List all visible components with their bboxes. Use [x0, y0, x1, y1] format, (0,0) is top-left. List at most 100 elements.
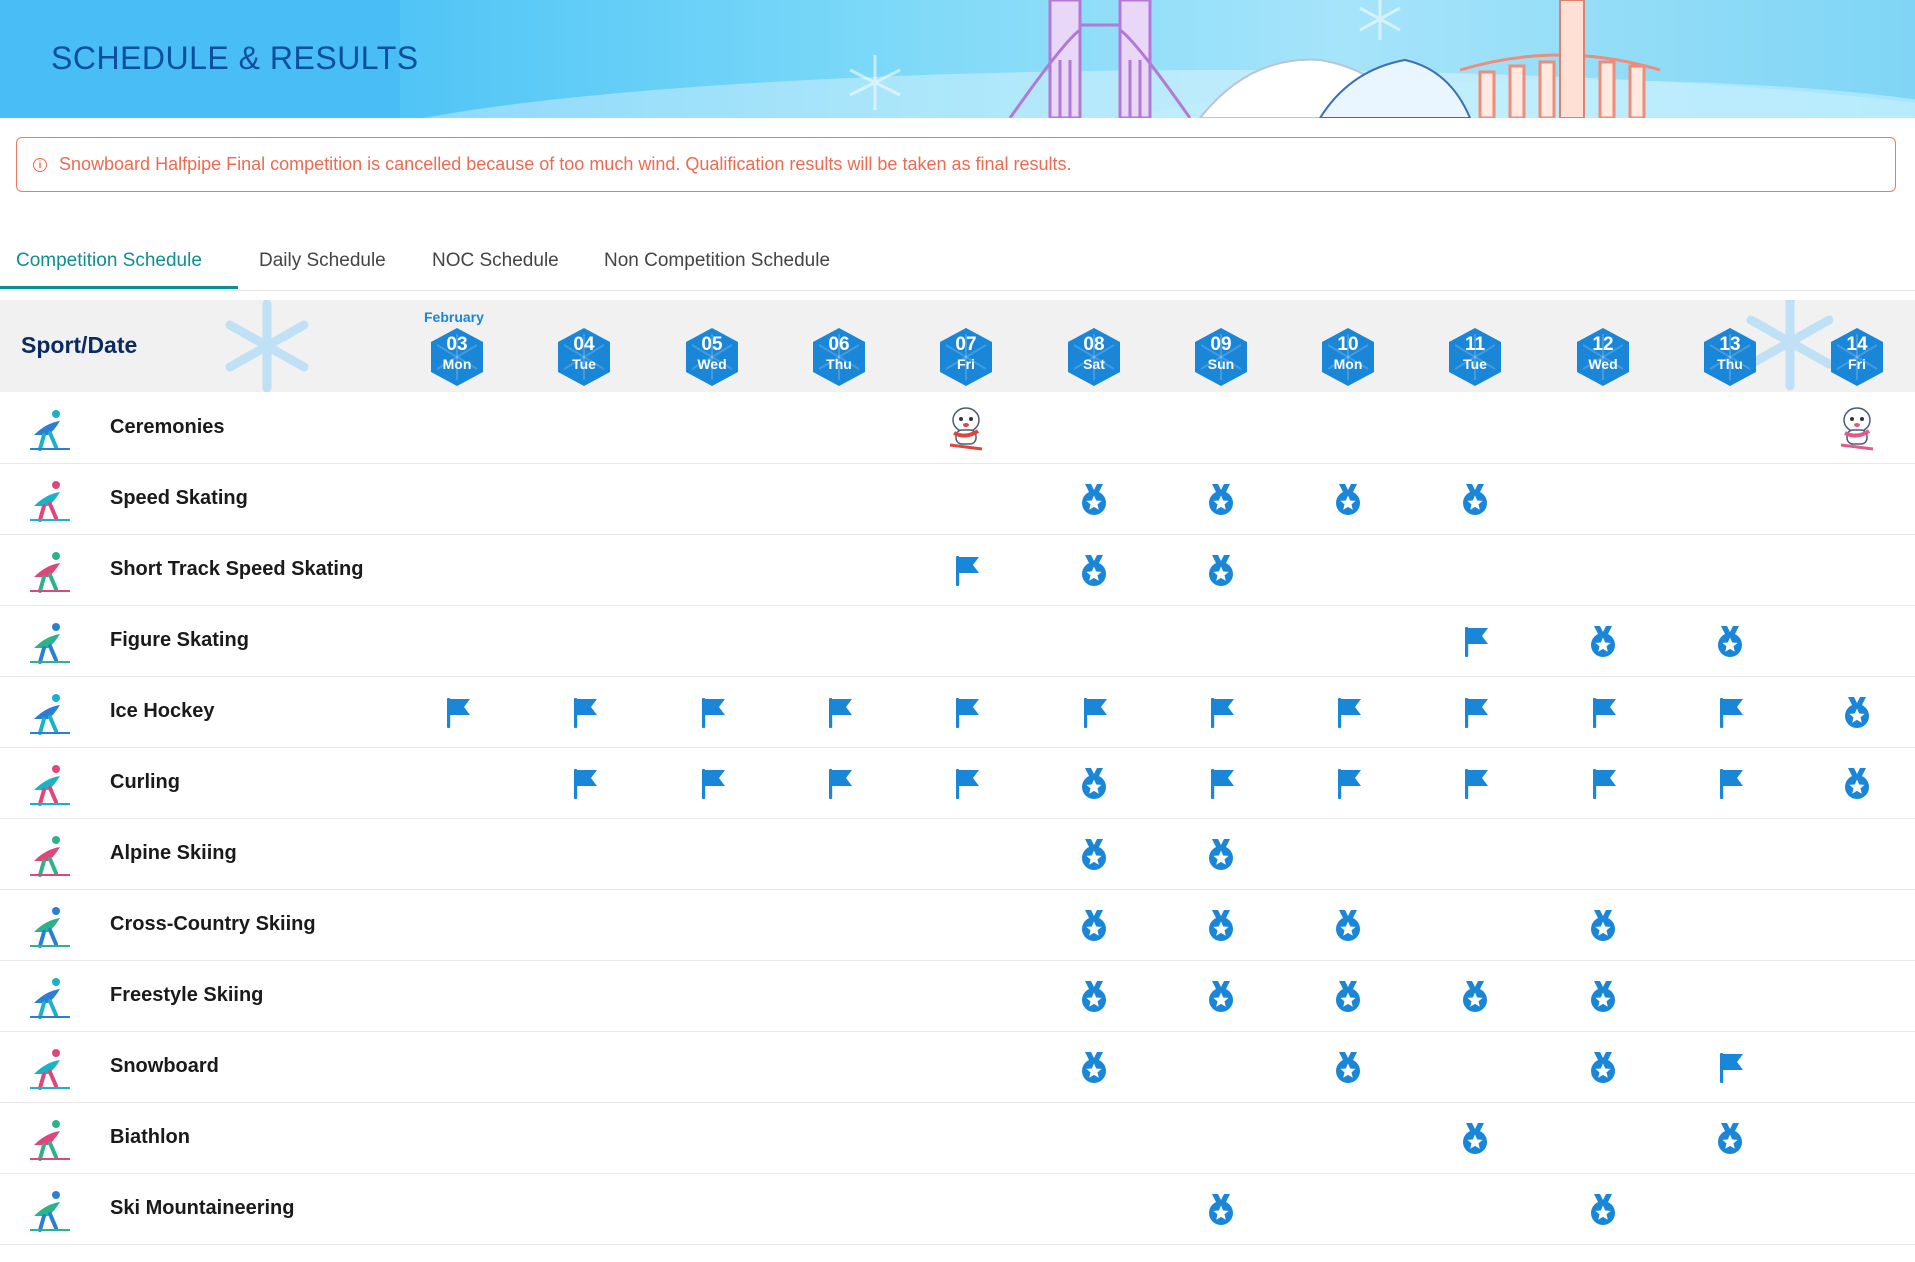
medal-icon[interactable]	[1076, 481, 1112, 517]
date-header-14[interactable]: 14 Fri	[1827, 328, 1887, 386]
sport-name[interactable]: Alpine Skiing	[110, 842, 237, 865]
date-header-09[interactable]: 09 Sun	[1191, 328, 1251, 386]
sport-row: Short Track Speed Skating	[0, 535, 1915, 606]
medal-icon[interactable]	[1585, 907, 1621, 943]
flag-icon[interactable]	[948, 552, 984, 588]
alert-message: Snowboard Halfpipe Final competition is …	[59, 154, 1072, 174]
flag-icon[interactable]	[948, 765, 984, 801]
flag-icon[interactable]	[566, 765, 602, 801]
flag-icon[interactable]	[1712, 694, 1748, 730]
medal-icon[interactable]	[1203, 552, 1239, 588]
medal-icon[interactable]	[1585, 623, 1621, 659]
flag-icon[interactable]	[1585, 694, 1621, 730]
date-header-08[interactable]: 08 Sat	[1064, 328, 1124, 386]
medal-icon[interactable]	[1076, 1049, 1112, 1085]
sport-name[interactable]: Cross-Country Skiing	[110, 913, 316, 936]
medal-icon[interactable]	[1076, 552, 1112, 588]
flag-icon[interactable]	[1203, 765, 1239, 801]
medal-icon[interactable]	[1203, 907, 1239, 943]
sport-row: Ski Mountaineering	[0, 1174, 1915, 1245]
sport-name[interactable]: Figure Skating	[110, 629, 249, 652]
month-label: February	[424, 309, 484, 325]
flag-icon[interactable]	[694, 765, 730, 801]
date-header-07[interactable]: 07 Fri	[936, 328, 996, 386]
date-weekday: Tue	[1463, 356, 1487, 372]
cross-country-skiing-icon	[26, 902, 74, 950]
date-header-13[interactable]: 13 Thu	[1700, 328, 1760, 386]
closing-ceremony-mascot-icon[interactable]	[1835, 403, 1874, 451]
date-number: 07	[955, 334, 977, 355]
medal-icon[interactable]	[1712, 1120, 1748, 1156]
flag-icon[interactable]	[1712, 765, 1748, 801]
sport-row: Freestyle Skiing	[0, 961, 1915, 1032]
medal-icon[interactable]	[1076, 765, 1112, 801]
medal-icon[interactable]	[1839, 765, 1875, 801]
flag-icon[interactable]	[1203, 694, 1239, 730]
sport-name[interactable]: Short Track Speed Skating	[110, 558, 363, 581]
flag-icon[interactable]	[566, 694, 602, 730]
date-header-10[interactable]: 10 Mon	[1318, 328, 1378, 386]
date-header-04[interactable]: 04 Tue	[554, 328, 614, 386]
flag-icon[interactable]	[821, 694, 857, 730]
tab-non-competition-schedule[interactable]: Non Competition Schedule	[604, 250, 830, 272]
flag-icon[interactable]	[1457, 694, 1493, 730]
date-weekday: Fri	[1848, 356, 1866, 372]
flag-icon[interactable]	[1457, 623, 1493, 659]
medal-icon[interactable]	[1457, 481, 1493, 517]
sport-name[interactable]: Snowboard	[110, 1055, 219, 1078]
flag-icon[interactable]	[1076, 694, 1112, 730]
medal-icon[interactable]	[1076, 907, 1112, 943]
sport-name[interactable]: Curling	[110, 771, 180, 794]
flag-icon[interactable]	[821, 765, 857, 801]
medal-icon[interactable]	[1585, 1191, 1621, 1227]
sport-name[interactable]: Ice Hockey	[110, 700, 215, 723]
date-weekday: Fri	[957, 356, 975, 372]
snowboard-icon	[26, 1044, 74, 1092]
medal-icon[interactable]	[1330, 978, 1366, 1014]
tab-competition-schedule[interactable]: Competition Schedule	[16, 250, 202, 272]
medal-icon[interactable]	[1076, 978, 1112, 1014]
date-weekday: Wed	[1588, 356, 1618, 372]
date-header-11[interactable]: 11 Tue	[1445, 328, 1505, 386]
sport-name[interactable]: Ceremonies	[110, 416, 225, 439]
flag-icon[interactable]	[948, 694, 984, 730]
sport-row: Alpine Skiing	[0, 819, 1915, 890]
date-header-06[interactable]: 06 Thu	[809, 328, 869, 386]
medal-icon[interactable]	[1076, 836, 1112, 872]
sport-name[interactable]: Biathlon	[110, 1126, 190, 1149]
flag-icon[interactable]	[1330, 765, 1366, 801]
medal-icon[interactable]	[1203, 836, 1239, 872]
date-header-03[interactable]: 03 Mon	[427, 328, 487, 386]
sport-name[interactable]: Speed Skating	[110, 487, 248, 510]
medal-icon[interactable]	[1585, 978, 1621, 1014]
medal-icon[interactable]	[1839, 694, 1875, 730]
figure-skating-icon	[26, 618, 74, 666]
flag-icon[interactable]	[1330, 694, 1366, 730]
flag-icon[interactable]	[694, 694, 730, 730]
tab-daily-schedule[interactable]: Daily Schedule	[259, 250, 386, 272]
flag-icon[interactable]	[1712, 1049, 1748, 1085]
flag-icon[interactable]	[439, 694, 475, 730]
date-header-05[interactable]: 05 Wed	[682, 328, 742, 386]
tab-noc-schedule[interactable]: NOC Schedule	[432, 250, 559, 272]
medal-icon[interactable]	[1203, 978, 1239, 1014]
header-banner: SCHEDULE & RESULTS	[0, 0, 1915, 118]
flag-icon[interactable]	[1585, 765, 1621, 801]
sport-row: Curling	[0, 748, 1915, 819]
medal-icon[interactable]	[1330, 481, 1366, 517]
freestyle-skiing-icon	[26, 973, 74, 1021]
flag-icon[interactable]	[1457, 765, 1493, 801]
medal-icon[interactable]	[1330, 907, 1366, 943]
date-weekday: Mon	[442, 356, 472, 372]
sport-name[interactable]: Ski Mountaineering	[110, 1197, 294, 1220]
medal-icon[interactable]	[1203, 1191, 1239, 1227]
medal-icon[interactable]	[1330, 1049, 1366, 1085]
medal-icon[interactable]	[1585, 1049, 1621, 1085]
sport-name[interactable]: Freestyle Skiing	[110, 984, 263, 1007]
medal-icon[interactable]	[1457, 978, 1493, 1014]
medal-icon[interactable]	[1457, 1120, 1493, 1156]
opening-ceremony-mascot-icon[interactable]	[944, 403, 983, 451]
date-header-12[interactable]: 12 Wed	[1573, 328, 1633, 386]
medal-icon[interactable]	[1712, 623, 1748, 659]
medal-icon[interactable]	[1203, 481, 1239, 517]
